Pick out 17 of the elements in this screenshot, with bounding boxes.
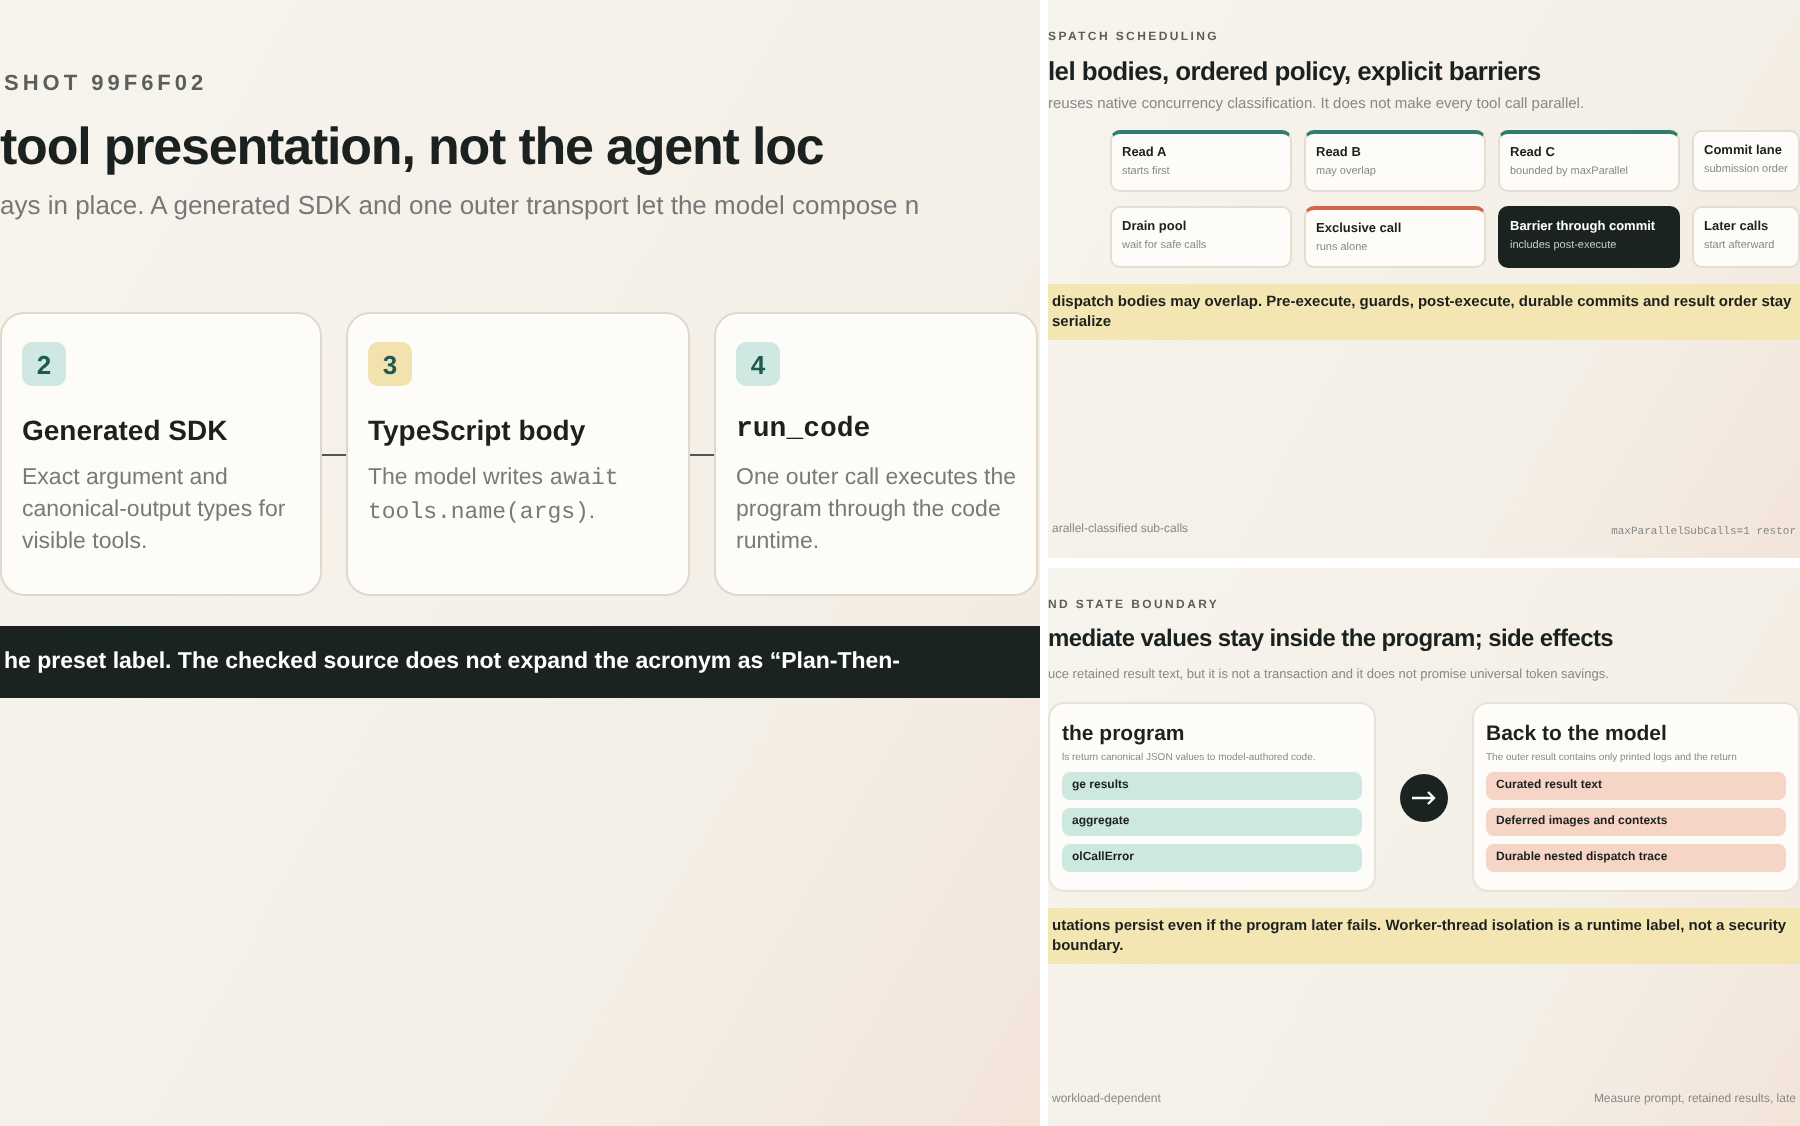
card-title: the program <box>1062 722 1187 746</box>
card-title: Back to the model <box>1486 722 1669 746</box>
step-number: 3 <box>368 342 412 386</box>
slide-title: tool presentation, not the agent loc <box>0 116 826 178</box>
slide-title: mediate values stay inside the program; side effects <box>1048 624 1616 652</box>
slide-title: lel bodies, ordered policy, explicit barriers <box>1048 56 1543 86</box>
step-description: One outer call executes the program through the code runtime. <box>736 464 1016 559</box>
step-description: Exact argument and canonical-output types for visible tools. <box>22 464 288 559</box>
step-title: run_code <box>736 414 873 446</box>
step-number: 4 <box>736 342 780 386</box>
eyebrow-label: SHOT 99F6F02 <box>2 72 210 96</box>
step-description: The model writes await tools.name(args). <box>368 464 621 531</box>
step-title: Generated SDK <box>22 414 230 446</box>
slide-subtitle: ays in place. A generated SDK and one outer transport let the model compose n <box>0 190 922 220</box>
step-title: TypeScript body <box>368 414 588 446</box>
note-banner: he preset label. The checked source does not expand the acronym as “Plan-Then- <box>0 626 1040 698</box>
step-number: 2 <box>22 342 66 386</box>
